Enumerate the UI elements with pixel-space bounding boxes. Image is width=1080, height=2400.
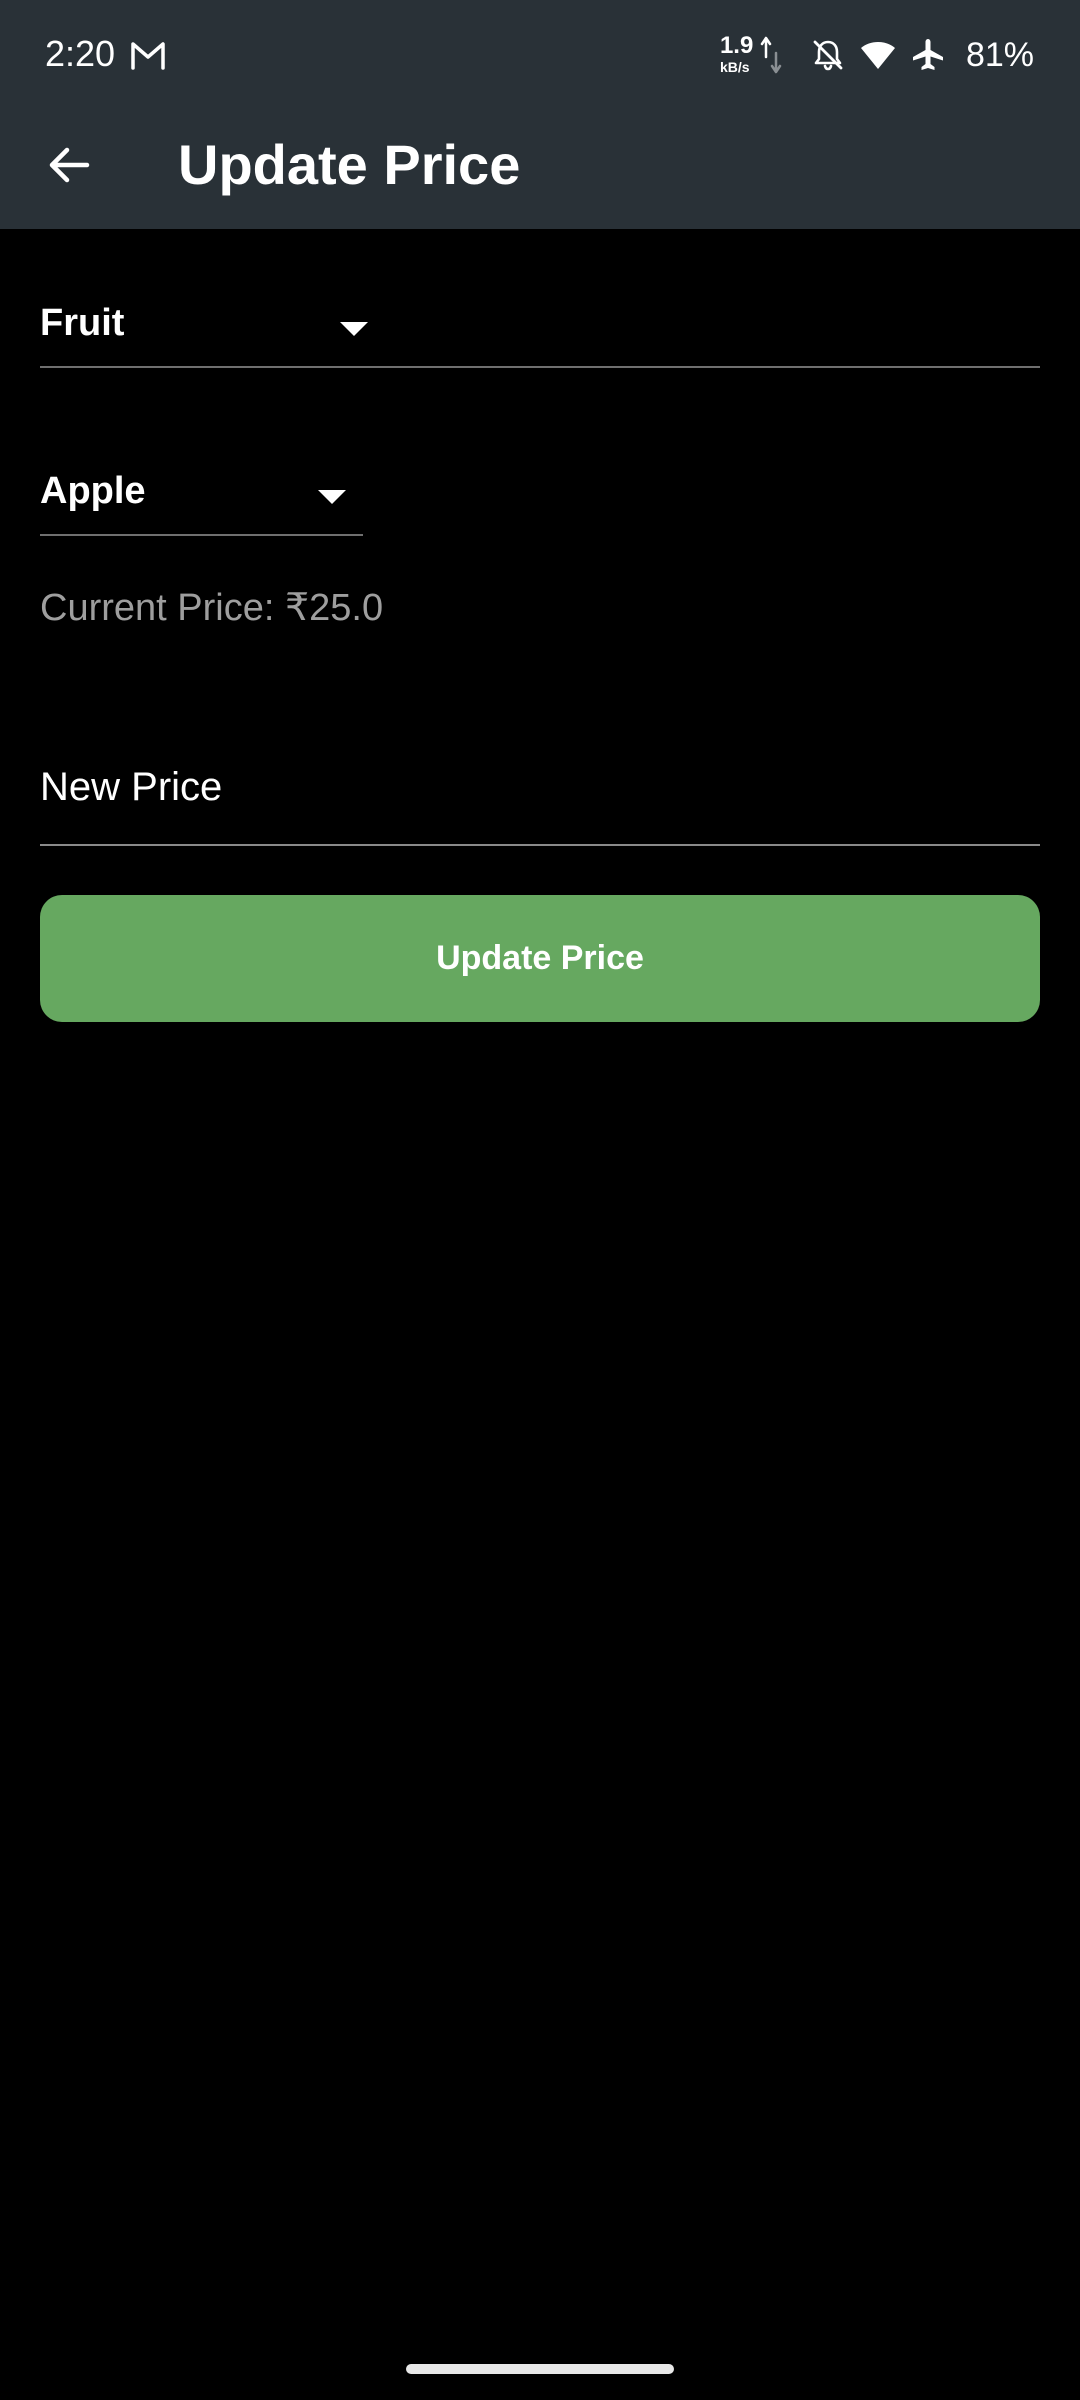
top-bar: 2:20 1.9 kB/s 81% Update Price [0, 0, 1080, 229]
arrow-back-icon [49, 147, 90, 183]
item-dropdown-value: Apple [40, 470, 146, 512]
chevron-down-icon [340, 322, 368, 336]
current-price-text: Current Price: ₹25.0 [40, 587, 384, 629]
new-price-input[interactable] [40, 730, 1040, 844]
category-dropdown-value: Fruit [40, 302, 125, 344]
data-arrows-icon [760, 36, 782, 74]
network-speed-unit: kB/s [719, 59, 750, 75]
update-price-screen: 2:20 1.9 kB/s 81% Update Price Fruit App… [0, 0, 1080, 2400]
item-dropdown[interactable]: Apple [40, 468, 363, 536]
page-title: Update Price [178, 133, 521, 196]
status-bar: 2:20 1.9 kB/s 81% [0, 0, 1080, 108]
status-icons: 1.9 kB/s 81% [720, 30, 1034, 80]
chevron-down-icon [318, 490, 346, 504]
app-bar: Update Price [0, 108, 1080, 229]
new-price-field[interactable] [40, 730, 1040, 846]
network-speed-value: 1.9 [719, 32, 754, 59]
gesture-nav-handle[interactable] [406, 2364, 674, 2374]
battery-percentage: 81% [965, 36, 1034, 74]
gmail-icon [131, 42, 165, 70]
wifi-icon [860, 42, 895, 69]
update-price-button[interactable]: Update Price [40, 895, 1040, 1022]
network-speed: 1.9 kB/s [720, 33, 782, 77]
back-button[interactable] [38, 134, 100, 196]
notifications-off-icon [813, 40, 843, 71]
category-dropdown[interactable]: Fruit [40, 300, 1040, 368]
status-time: 2:20 [45, 33, 116, 74]
update-price-button-label: Update Price [436, 939, 644, 977]
airplane-mode-icon [912, 39, 943, 70]
